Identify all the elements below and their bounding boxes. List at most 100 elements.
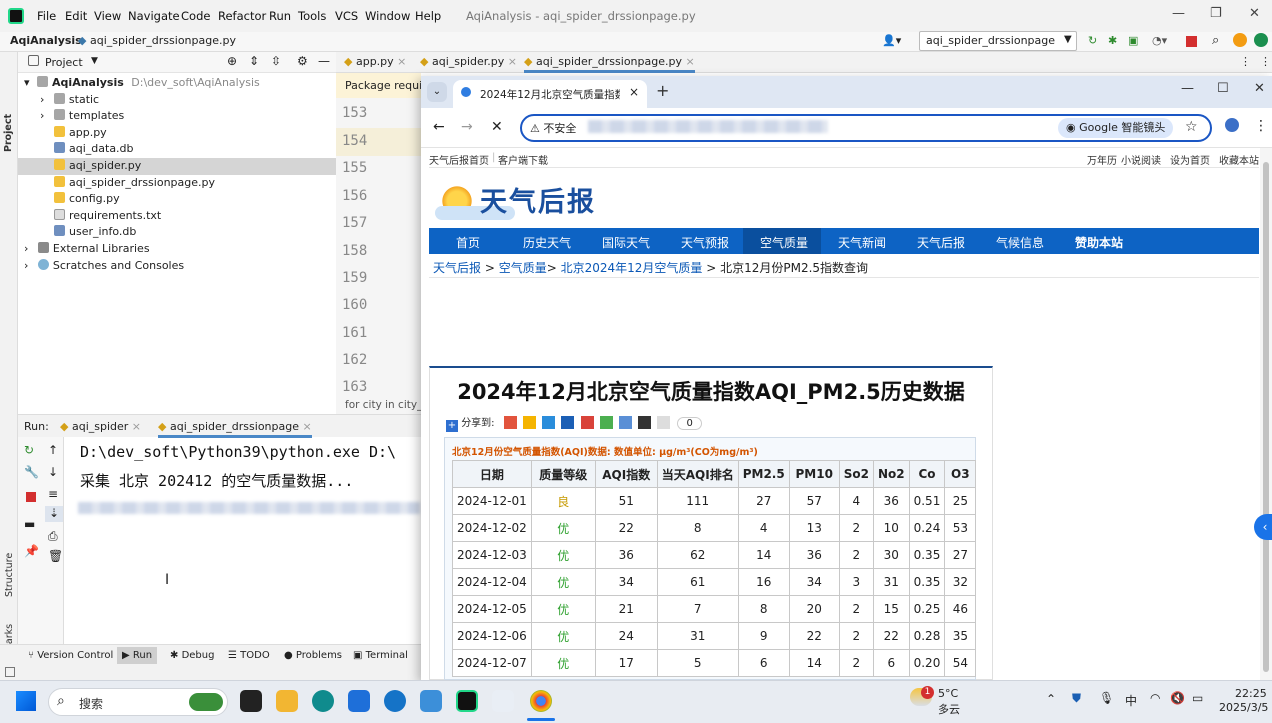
rerun-icon[interactable]: ↻: [1088, 34, 1097, 47]
more-icon[interactable]: ⋮: [1240, 55, 1251, 68]
menu-icon[interactable]: ⋮: [1254, 118, 1268, 134]
tree-item-requirements-txt[interactable]: requirements.txt: [18, 208, 336, 225]
plus-icon[interactable]: +: [446, 420, 458, 432]
site-logo[interactable]: 天气后报: [430, 176, 625, 226]
windows-start-icon[interactable]: [16, 691, 36, 711]
chevron-up-icon[interactable]: ⌃: [1046, 692, 1056, 706]
restore-icon[interactable]: ❐: [1210, 6, 1222, 21]
new-tab-icon[interactable]: +: [656, 81, 669, 100]
problems-tool-tab[interactable]: ● Problems: [284, 650, 342, 661]
collapse-all-icon[interactable]: ⇳: [271, 54, 281, 68]
scroll-to-end-icon[interactable]: ⇣: [45, 506, 63, 522]
run-tab-aqi-spider[interactable]: ◆ aqi_spider ×: [60, 420, 141, 433]
stop-icon[interactable]: [1186, 36, 1197, 47]
close-icon[interactable]: ✕: [1249, 6, 1260, 21]
qzone-icon[interactable]: [522, 416, 536, 429]
nav-air-quality[interactable]: 空气质量: [760, 234, 808, 251]
menu-code[interactable]: Code: [181, 9, 210, 23]
nav-sponsor[interactable]: 赞助本站: [1075, 234, 1123, 251]
gear-icon[interactable]: ⚙: [297, 54, 308, 68]
top-link-favorite[interactable]: 收藏本站: [1219, 152, 1259, 167]
google-lens-button[interactable]: ◉ Google 智能镜头: [1058, 118, 1174, 138]
close-tab-icon[interactable]: ×: [629, 85, 639, 99]
structure-tool-tab[interactable]: Structure: [4, 553, 15, 597]
nav-forecast[interactable]: 天气预报: [681, 234, 729, 251]
debug-tool-tab[interactable]: ✱ Debug: [170, 650, 214, 661]
tab-search-icon[interactable]: ⌄: [427, 82, 447, 102]
trash-icon[interactable]: 🗑: [48, 549, 63, 563]
file-explorer-icon[interactable]: [276, 690, 298, 712]
menu-window[interactable]: Window: [365, 9, 410, 23]
store-icon[interactable]: [348, 690, 370, 712]
crumb-link[interactable]: 空气质量: [499, 261, 547, 275]
menu-tools[interactable]: Tools: [298, 9, 326, 23]
soft-wrap-icon[interactable]: ≡: [48, 487, 58, 501]
user-icon[interactable]: 👤▾: [882, 34, 901, 47]
close-icon[interactable]: ×: [303, 420, 312, 433]
print-icon[interactable]: ⎙: [48, 529, 58, 544]
project-tool-tab[interactable]: Project: [3, 114, 14, 152]
tree-item-user-info-db[interactable]: user_info.db: [18, 224, 336, 241]
task-view-icon[interactable]: [240, 690, 262, 712]
tree-item-config-py[interactable]: config.py: [18, 191, 336, 208]
scrollbar-thumb[interactable]: [1263, 162, 1269, 672]
profile-avatar[interactable]: [1225, 118, 1239, 132]
weibo-icon[interactable]: [503, 416, 517, 429]
locate-icon[interactable]: ⊕: [227, 54, 237, 68]
terminal-tool-tab[interactable]: ▣ Terminal: [353, 650, 408, 661]
pen-icon[interactable]: [492, 690, 514, 712]
taskbar-search[interactable]: ⌕ 搜索: [48, 688, 228, 716]
edge-icon[interactable]: [312, 690, 334, 712]
top-link-calendar[interactable]: 万年历: [1087, 152, 1117, 167]
menu-refactor[interactable]: Refactor: [218, 9, 266, 23]
menu-vcs[interactable]: VCS: [335, 9, 358, 23]
tree-item-aqi-spider-drssionpage-py[interactable]: aqi_spider_drssionpage.py: [18, 175, 336, 192]
wrench-icon[interactable]: 🔧: [24, 465, 39, 479]
rerun-icon[interactable]: ↻: [24, 443, 34, 457]
tree-item-aqi-data-db[interactable]: aqi_data.db: [18, 141, 336, 158]
app-icon[interactable]: [384, 690, 406, 712]
ime-indicator[interactable]: 中: [1125, 692, 1137, 709]
close-icon[interactable]: ✕: [1254, 81, 1265, 96]
bookmark-star-icon[interactable]: ☆: [1185, 119, 1198, 135]
debug-icon[interactable]: ✱: [1108, 34, 1117, 47]
top-link-novel[interactable]: 小说阅读: [1121, 152, 1161, 167]
nav-international[interactable]: 国际天气: [602, 234, 650, 251]
arrow-up-icon[interactable]: ↑: [48, 443, 58, 457]
layout-icon[interactable]: [5, 667, 15, 677]
monitor-icon[interactable]: [420, 690, 442, 712]
tree-item-aqi-spider-py[interactable]: aqi_spider.py: [18, 158, 336, 175]
wifi-icon[interactable]: ◠: [1150, 691, 1160, 705]
shield-icon[interactable]: ⛊: [1072, 691, 1081, 706]
update-icon[interactable]: [1233, 33, 1247, 47]
top-link-home[interactable]: 天气后报首页: [429, 152, 489, 167]
page-scrollbar[interactable]: [1260, 148, 1272, 680]
tree-item-static[interactable]: › static: [18, 92, 336, 109]
battery-icon[interactable]: ▭: [1192, 691, 1203, 705]
close-icon[interactable]: ×: [508, 55, 517, 68]
close-icon[interactable]: ×: [685, 55, 694, 68]
top-link-set-home[interactable]: 设为首页: [1170, 152, 1210, 167]
volume-icon[interactable]: 🔇: [1170, 691, 1185, 705]
nav-history[interactable]: 历史天气: [523, 234, 571, 251]
tree-item-scratches[interactable]: › Scratches and Consoles: [18, 258, 336, 275]
microphone-icon[interactable]: 🎙: [1099, 691, 1114, 705]
close-icon[interactable]: ×: [397, 55, 406, 68]
weather-desc[interactable]: 多云: [938, 701, 960, 717]
run-tool-tab[interactable]: ▶ Run: [117, 647, 158, 664]
douban-icon[interactable]: [618, 416, 632, 429]
tencent-icon[interactable]: [542, 416, 556, 429]
tree-item-templates[interactable]: › templates: [18, 108, 336, 125]
plugin-icon[interactable]: [1254, 33, 1268, 47]
tree-item-app-py[interactable]: app.py: [18, 125, 336, 142]
renren-icon[interactable]: [561, 416, 575, 429]
nav-home[interactable]: 首页: [456, 234, 480, 251]
profile-icon[interactable]: ◔▾: [1152, 34, 1167, 47]
stop-icon[interactable]: [26, 492, 36, 502]
copy-icon[interactable]: [657, 416, 671, 429]
coverage-icon[interactable]: ▣: [1128, 34, 1138, 47]
nav-news[interactable]: 天气新闻: [838, 234, 886, 251]
clock-date[interactable]: 2025/3/5: [1219, 701, 1268, 714]
chrome-icon[interactable]: [530, 690, 552, 712]
breadcrumb-file[interactable]: ◆ aqi_spider_drssionpage.py: [78, 34, 236, 47]
